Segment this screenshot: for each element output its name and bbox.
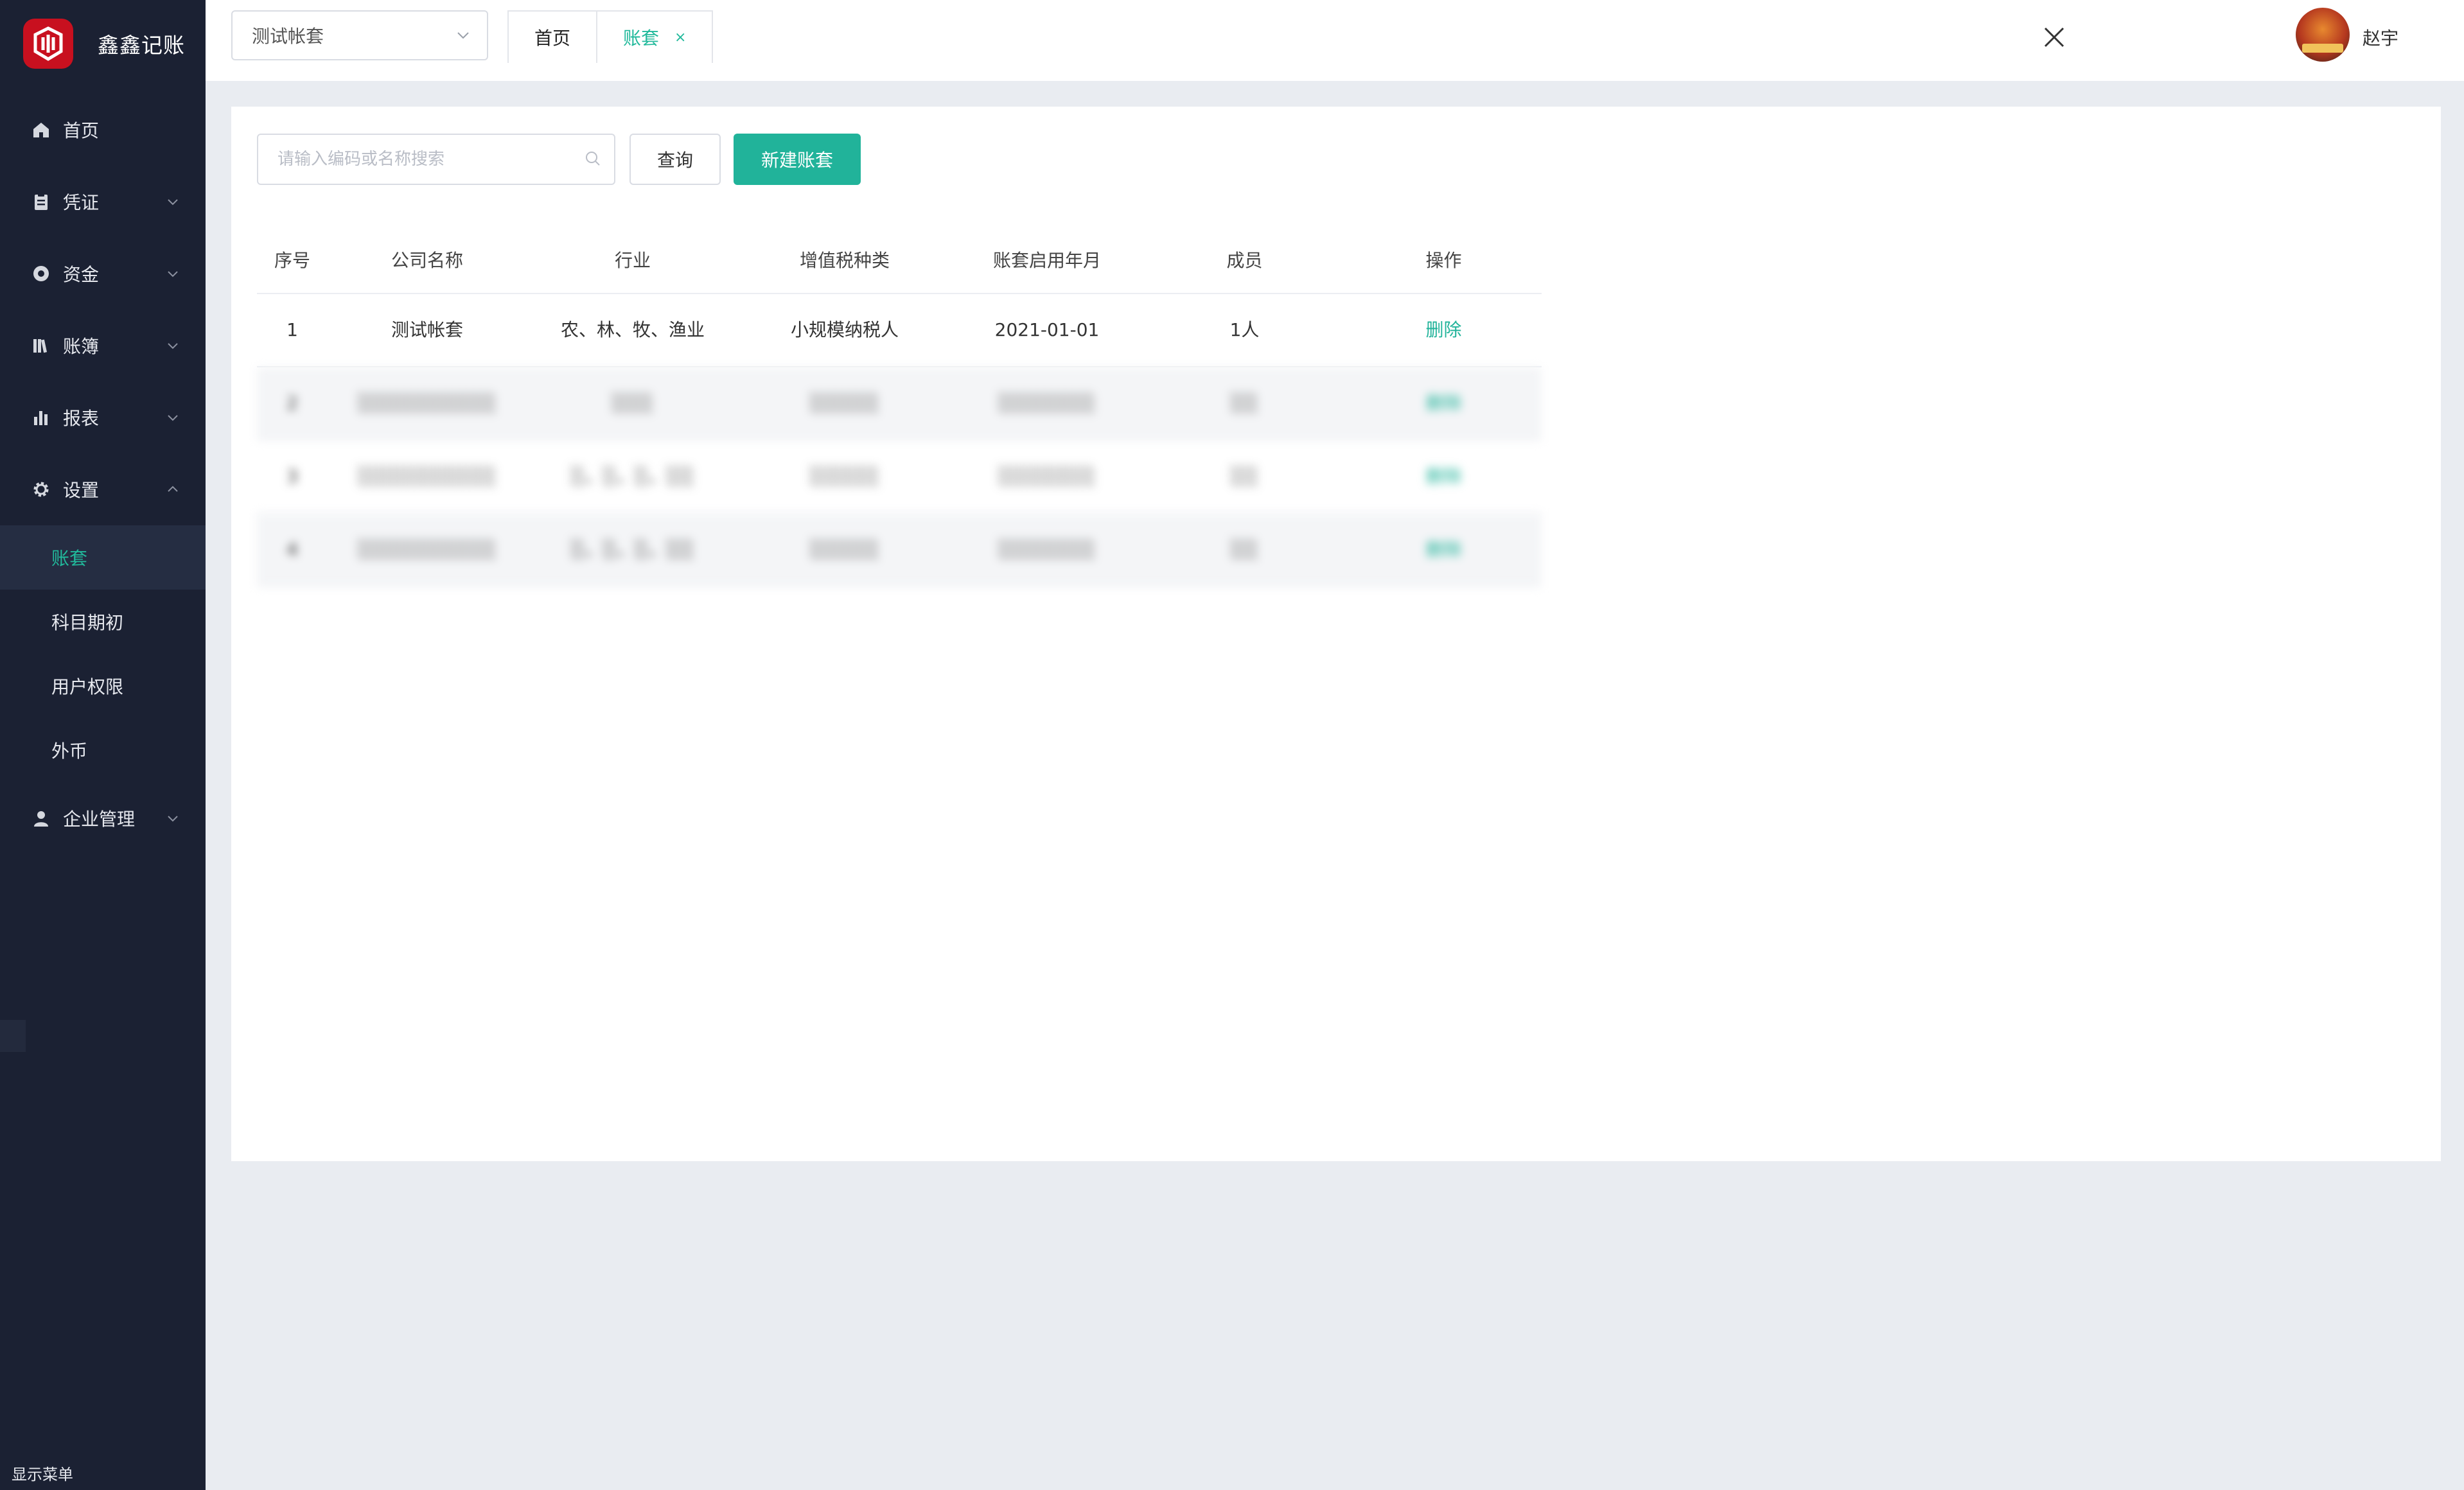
- column-header: 账套启用年月: [992, 250, 1101, 271]
- member-count: 1人: [1229, 319, 1260, 340]
- column-header: 增值税种类: [799, 250, 890, 271]
- avatar[interactable]: [2296, 8, 2350, 62]
- delete-link[interactable]: 删除: [1346, 317, 1542, 343]
- member-count: ░░: [1230, 539, 1259, 560]
- sidebar-item-funds[interactable]: 资金: [0, 238, 206, 310]
- home-icon: [31, 119, 51, 140]
- row-number: 3: [286, 466, 298, 487]
- row-number: 4: [286, 539, 298, 560]
- delete-link[interactable]: 删除: [1346, 390, 1542, 416]
- row-number: 1: [286, 319, 298, 340]
- sidebar-item-reports[interactable]: 报表: [0, 381, 206, 453]
- chevron-down-icon: [168, 816, 178, 822]
- sidebar-item-label: 首页: [63, 120, 100, 141]
- sidebar-collapse-handle[interactable]: [0, 1020, 26, 1052]
- sidebar-menu: 首页 凭证 资金 账簿 报表 设置 账套 科目期初 用户权限 外币 企业管理: [0, 94, 206, 854]
- bar-chart-icon: [31, 407, 51, 428]
- table-row[interactable]: 4 ░░░░░░░░░░ ░、░、░、░░ ░░░░░ ░░░░░░░ ░░ 删…: [257, 514, 1542, 587]
- sidebar-item-settings[interactable]: 设置: [0, 453, 206, 525]
- sidebar-subitem-account-books[interactable]: 账套: [0, 525, 206, 590]
- company-name: ░░░░░░░░░░: [358, 539, 497, 560]
- row-number: 2: [286, 392, 298, 414]
- start-date: ░░░░░░░: [998, 539, 1096, 560]
- table-row[interactable]: 1 测试帐套 农、林、牧、渔业 小规模纳税人 2021-01-01 1人 删除: [257, 294, 1542, 367]
- sidebar-item-voucher[interactable]: 凭证: [0, 166, 206, 238]
- chevron-down-icon: [168, 271, 178, 277]
- user-name[interactable]: 赵宇: [2363, 24, 2398, 50]
- industry: ░、░、░、░░: [571, 466, 694, 487]
- app-logo: [23, 19, 73, 69]
- column-header: 成员: [1226, 250, 1263, 271]
- search-icon[interactable]: [583, 149, 603, 168]
- start-date: ░░░░░░░: [998, 392, 1096, 414]
- chevron-down-icon: [168, 415, 178, 421]
- tab-label: 账套: [623, 28, 660, 49]
- new-account-book-button[interactable]: 新建账套: [734, 134, 861, 185]
- sidebar-item-label: 设置: [63, 480, 100, 501]
- chevron-down-icon: [457, 32, 469, 39]
- vat-type: ░░░░░: [810, 466, 879, 487]
- company-name: ░░░░░░░░░░: [358, 466, 497, 487]
- column-header: 操作: [1425, 250, 1462, 271]
- gear-icon: [31, 479, 51, 500]
- start-date: 2021-01-01: [994, 319, 1100, 340]
- table-row[interactable]: 3 ░░░░░░░░░░ ░、░、░、░░ ░░░░░ ░░░░░░░ ░░ 删…: [257, 441, 1542, 514]
- account-book-select[interactable]: 测试帐套: [231, 10, 488, 60]
- search-input[interactable]: [257, 134, 615, 185]
- tab-home[interactable]: 首页: [509, 12, 597, 63]
- books-icon: [31, 335, 51, 356]
- vat-type: ░░░░░: [810, 392, 879, 414]
- column-header: 行业: [614, 250, 651, 271]
- table-row[interactable]: 2 ░░░░░░░░░░ ░░░ ░░░░░ ░░░░░░░ ░░ 删除: [257, 367, 1542, 441]
- chevron-up-icon: [168, 486, 178, 492]
- account-book-select-value: 测试帐套: [252, 26, 324, 47]
- sidebar-item-label: 资金: [63, 264, 100, 285]
- show-menu-toggle[interactable]: 显示菜单: [12, 1462, 73, 1484]
- industry: ░░░: [612, 392, 654, 414]
- sidebar-subitem-user-permissions[interactable]: 用户权限: [0, 654, 206, 718]
- start-date: ░░░░░░░: [998, 466, 1096, 487]
- tab-close-icon[interactable]: ×: [674, 30, 686, 46]
- brand[interactable]: 鑫鑫记账: [23, 17, 185, 71]
- top-header: 测试帐套 首页 账套 × 赵宇: [206, 0, 2464, 81]
- sidebar: 鑫鑫记账 首页 凭证 资金 账簿 报表 设置 账套 科目期初 用户权限 外币 企…: [0, 0, 206, 1490]
- sidebar-subitem-foreign-currency[interactable]: 外币: [0, 718, 206, 782]
- sidebar-item-label: 账簿: [63, 336, 100, 357]
- close-icon[interactable]: [2041, 24, 2067, 50]
- company-name: ░░░░░░░░░░: [358, 392, 497, 414]
- sidebar-item-ledger[interactable]: 账簿: [0, 310, 206, 381]
- clipboard-icon: [31, 191, 51, 212]
- column-header: 序号: [274, 250, 310, 271]
- column-header: 公司名称: [391, 250, 463, 271]
- vat-type: 小规模纳税人: [790, 319, 899, 340]
- account-book-table: 序号 公司名称 行业 增值税种类 账套启用年月 成员 操作 1 测试帐套 农、林…: [257, 229, 1542, 587]
- money-icon: [31, 263, 51, 284]
- industry: ░、░、░、░░: [571, 539, 694, 560]
- vat-type: ░░░░░: [810, 539, 879, 560]
- sidebar-item-label: 报表: [63, 408, 100, 429]
- main-panel: 查询 新建账套 序号 公司名称 行业 增值税种类 账套启用年月 成员 操作 1 …: [231, 107, 2441, 1161]
- user-icon: [31, 808, 51, 828]
- member-count: ░░: [1230, 392, 1259, 414]
- chevron-down-icon: [168, 199, 178, 206]
- member-count: ░░: [1230, 466, 1259, 487]
- industry: 农、林、牧、渔业: [560, 319, 705, 340]
- page-tabs: 首页 账套 ×: [507, 10, 714, 63]
- sidebar-item-home[interactable]: 首页: [0, 94, 206, 166]
- sidebar-item-label: 企业管理: [63, 809, 136, 830]
- delete-link[interactable]: 删除: [1346, 464, 1542, 489]
- sidebar-subitem-opening-balance[interactable]: 科目期初: [0, 590, 206, 654]
- company-name: 测试帐套: [391, 319, 463, 340]
- tab-account-books[interactable]: 账套 ×: [596, 12, 712, 63]
- table-header: 序号 公司名称 行业 增值税种类 账套启用年月 成员 操作: [257, 229, 1542, 294]
- app-name: 鑫鑫记账: [98, 33, 185, 58]
- chevron-down-icon: [168, 343, 178, 349]
- sidebar-item-enterprise[interactable]: 企业管理: [0, 782, 206, 854]
- tab-label: 首页: [534, 28, 571, 49]
- delete-link[interactable]: 删除: [1346, 537, 1542, 563]
- sidebar-item-label: 凭证: [63, 192, 100, 213]
- query-button[interactable]: 查询: [629, 134, 721, 185]
